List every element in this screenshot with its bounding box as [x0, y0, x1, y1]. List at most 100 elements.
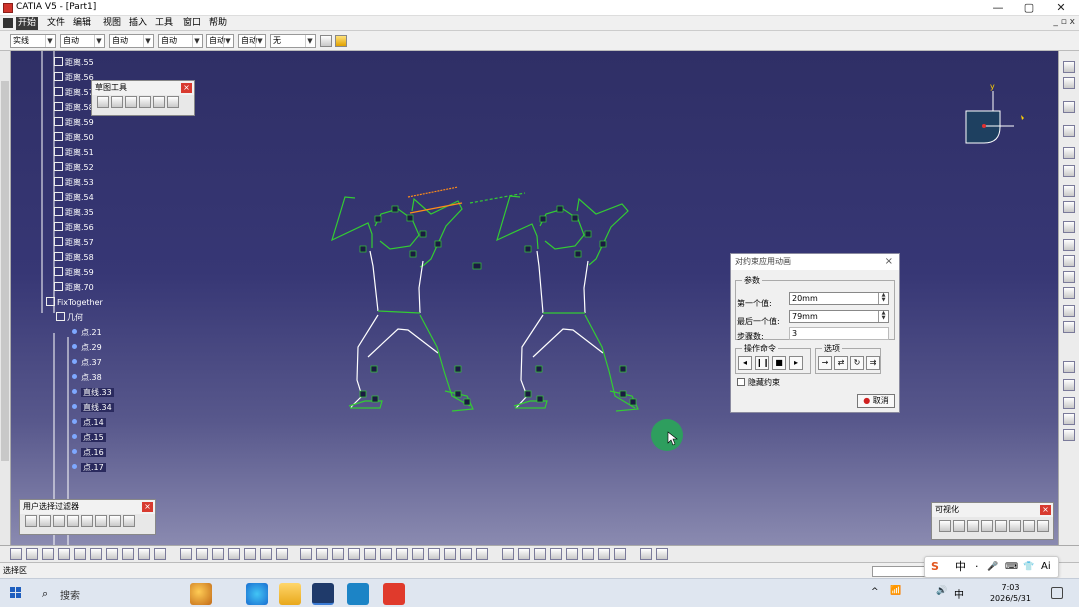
microphone-icon[interactable]: 🎤 — [987, 557, 998, 577]
notifications-icon[interactable] — [1051, 587, 1063, 599]
tree-item-line[interactable]: 直线.34 — [72, 400, 114, 415]
tree-item-constraint[interactable]: 距离.51 — [54, 145, 114, 160]
trim-icon[interactable] — [1063, 397, 1075, 409]
3d-viewport[interactable]: y 距离.55 距离.56 距离.57 距离.58 距离.59 距离.50 距离… — [0, 51, 1058, 545]
cancel-button[interactable]: ● 取消 — [857, 394, 895, 408]
geometric-constraint-icon[interactable] — [139, 96, 151, 108]
corner-icon[interactable] — [1063, 361, 1075, 373]
multi-view-icon[interactable] — [412, 548, 424, 560]
loop-option[interactable]: ↻ — [850, 356, 864, 370]
close-button[interactable]: ✕ — [1045, 0, 1077, 16]
circle-icon[interactable] — [1063, 239, 1075, 251]
paste-icon[interactable] — [106, 548, 118, 560]
filter-plane-icon[interactable] — [95, 515, 107, 527]
network-icon[interactable]: 📶 — [890, 586, 901, 596]
tree-item-constraint[interactable]: 距离.57 — [54, 235, 114, 250]
color-combo[interactable]: 自动 ▼ — [109, 34, 154, 48]
spline-icon[interactable] — [1063, 255, 1075, 267]
new-icon[interactable] — [10, 548, 22, 560]
low-light-icon[interactable] — [981, 520, 993, 532]
input-language-icon[interactable]: 中 — [954, 586, 964, 601]
rectangle-icon[interactable] — [1063, 221, 1075, 233]
steps-field[interactable]: 3 — [789, 327, 889, 340]
sketch-tools-palette[interactable]: 草图工具 × — [91, 80, 195, 116]
swap-space-icon[interactable] — [476, 548, 488, 560]
transparency-combo[interactable]: 自动 ▼ — [158, 34, 203, 48]
catia-taskbar-icon[interactable] — [312, 583, 334, 605]
fly-mode-icon[interactable] — [300, 548, 312, 560]
ellipse-icon[interactable] — [1063, 271, 1075, 283]
style-combo[interactable]: 无 ▼ — [270, 34, 316, 48]
volume-icon[interactable]: 🔊 — [936, 586, 947, 596]
tree-item-constraint[interactable]: 距离.59 — [54, 265, 114, 280]
last-value-field[interactable]: 79mm ▲ ▼ — [789, 310, 889, 323]
search-icon[interactable]: ⌕ — [42, 587, 48, 601]
one-shot-option[interactable]: → — [818, 356, 832, 370]
filter-volume-icon[interactable] — [67, 515, 79, 527]
tray-expand-icon[interactable]: ^ — [871, 587, 879, 597]
law-icon[interactable] — [212, 548, 224, 560]
menu-start[interactable]: 开始 — [16, 17, 39, 30]
point-tool-icon[interactable] — [1063, 321, 1075, 333]
line-icon[interactable] — [1063, 287, 1075, 299]
open-icon[interactable] — [26, 548, 38, 560]
layer-combo[interactable]: 自动 ▼ — [206, 34, 234, 48]
filter-point-icon[interactable] — [25, 515, 37, 527]
zoom-out-icon[interactable] — [380, 548, 392, 560]
line-type-combo[interactable]: 实线 ▼ — [10, 34, 56, 48]
tree-item-point[interactable]: 点.21 — [72, 325, 114, 340]
profile-icon[interactable] — [1063, 147, 1075, 159]
geom-constraints-icon[interactable] — [566, 548, 578, 560]
select-icon[interactable] — [1063, 101, 1075, 113]
construction-icon[interactable] — [125, 96, 137, 108]
properties-icon[interactable] — [335, 35, 347, 47]
no-3d-icon[interactable] — [995, 520, 1007, 532]
apply-material-icon[interactable] — [276, 548, 288, 560]
ime-logo-icon[interactable]: S — [931, 557, 939, 577]
stop-button[interactable]: ■ — [772, 356, 786, 370]
tree-item-point[interactable]: 点.17 — [72, 460, 114, 475]
step-back-button[interactable]: ◂ — [738, 356, 752, 370]
spinner-arrows-icon[interactable]: ▲ ▼ — [878, 311, 888, 322]
tree-item-constraint[interactable]: 距离.59 — [54, 115, 114, 130]
save-icon[interactable] — [42, 548, 54, 560]
maximize-button[interactable]: ▢ — [1013, 0, 1045, 16]
operations-icon[interactable] — [1063, 125, 1075, 137]
animate-constraint-dialog[interactable]: 对约束应用动画 × 参数 第一个值: 20mm ▲ ▼ 最后一个值: 79mm ▲ ▼ … — [730, 253, 900, 413]
specification-tree[interactable]: 距离.55 距离.56 距离.57 距离.58 距离.59 距离.50 距离.5… — [46, 55, 114, 475]
formula-icon[interactable] — [180, 548, 192, 560]
pan-icon[interactable] — [332, 548, 344, 560]
tree-item-point[interactable]: 点.38 — [72, 370, 114, 385]
construction-elements-icon[interactable] — [550, 548, 562, 560]
edge-icon[interactable] — [246, 583, 268, 605]
constraints-view-icon[interactable] — [1037, 520, 1049, 532]
video-app-icon[interactable] — [347, 583, 369, 605]
axis-icon[interactable] — [1063, 305, 1075, 317]
tree-item-point[interactable]: 点.15 — [72, 430, 114, 445]
chamfer-icon[interactable] — [1063, 379, 1075, 391]
tree-item-point[interactable]: 点.29 — [72, 340, 114, 355]
tree-item-fix-together[interactable]: FixTogether — [46, 295, 114, 310]
std-elements-icon[interactable] — [534, 548, 546, 560]
close-icon[interactable]: × — [142, 502, 153, 512]
undo-icon[interactable] — [122, 548, 134, 560]
user-selection-filter-palette[interactable]: 用户选择过滤器 × — [19, 499, 156, 535]
ai-icon[interactable]: Ai — [1041, 557, 1051, 577]
filter-feature-icon[interactable] — [81, 515, 93, 527]
menu-window[interactable]: 窗口 — [181, 17, 203, 30]
tree-item-constraint[interactable]: 距离.50 — [54, 130, 114, 145]
auto-dimension-icon[interactable] — [167, 96, 179, 108]
fit-all-icon[interactable] — [316, 548, 328, 560]
print-icon[interactable] — [58, 548, 70, 560]
cut-part-icon[interactable] — [518, 548, 530, 560]
filter-tool-icon[interactable] — [123, 515, 135, 527]
repeat-option[interactable]: ⇉ — [866, 356, 880, 370]
sketch-icon[interactable] — [1063, 77, 1075, 89]
shading-icon[interactable] — [444, 548, 456, 560]
measure-icon[interactable] — [244, 548, 256, 560]
tree-item-geometry[interactable]: 几何 — [56, 310, 114, 325]
copy-icon[interactable] — [90, 548, 102, 560]
scrollbar-thumb[interactable] — [1, 81, 9, 461]
menu-tools[interactable]: 工具 — [153, 17, 175, 30]
constraint-tool-icon[interactable] — [1063, 165, 1075, 177]
